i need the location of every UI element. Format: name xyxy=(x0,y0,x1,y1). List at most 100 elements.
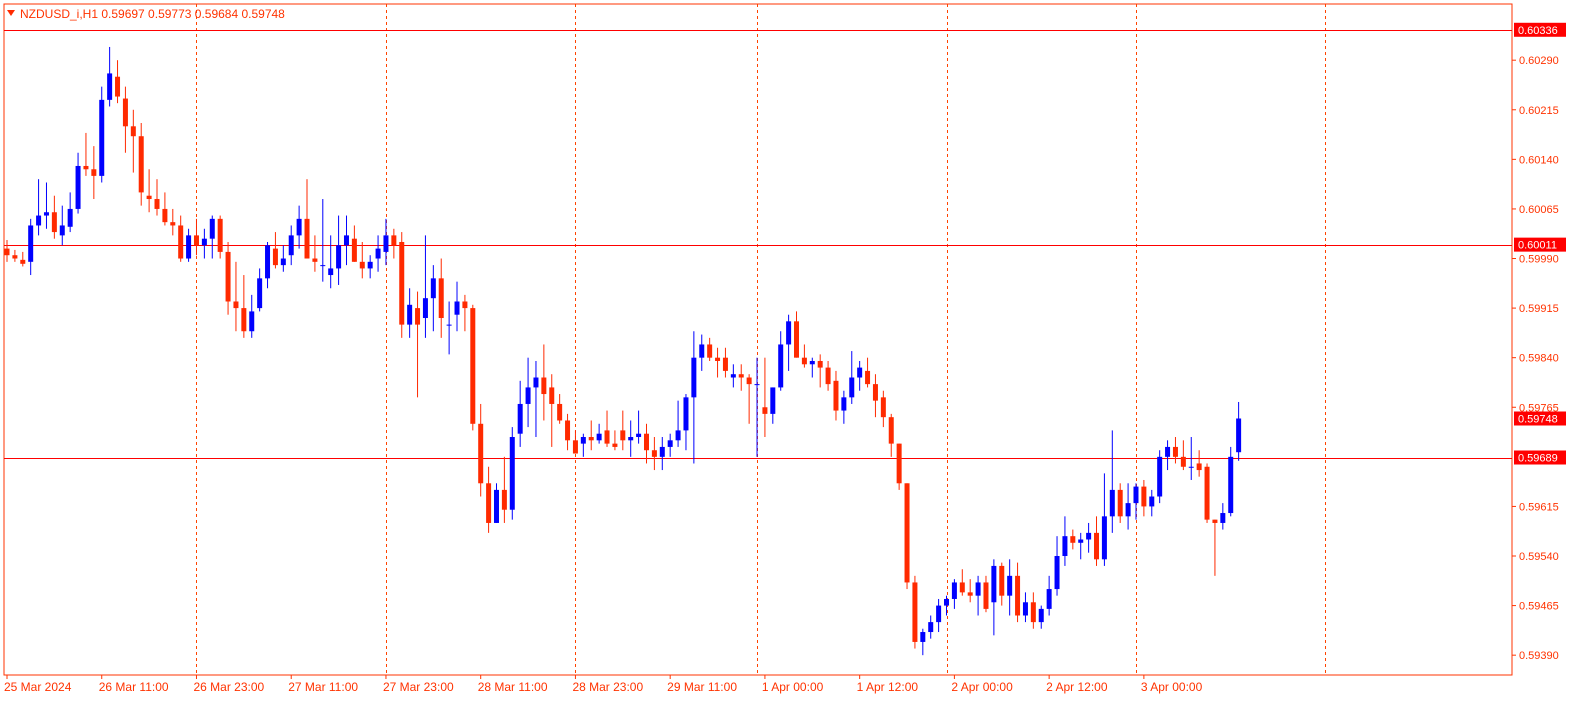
candle[interactable] xyxy=(517,380,523,447)
candle[interactable] xyxy=(833,370,839,421)
candle[interactable] xyxy=(825,360,831,391)
candle[interactable] xyxy=(817,354,823,388)
candle[interactable] xyxy=(1125,483,1131,530)
candle[interactable] xyxy=(659,437,665,471)
candle[interactable] xyxy=(493,483,499,523)
candle[interactable] xyxy=(580,433,586,457)
candle[interactable] xyxy=(596,423,602,444)
candle[interactable] xyxy=(999,562,1005,606)
candle[interactable] xyxy=(280,245,286,272)
candle[interactable] xyxy=(975,575,981,616)
candle[interactable] xyxy=(1109,430,1115,533)
candle[interactable] xyxy=(936,598,942,633)
candle[interactable] xyxy=(872,374,878,418)
candle[interactable] xyxy=(422,235,428,338)
candle[interactable] xyxy=(628,420,634,457)
candle[interactable] xyxy=(1078,532,1084,560)
candle[interactable] xyxy=(407,288,413,338)
candle[interactable] xyxy=(312,235,318,272)
candle[interactable] xyxy=(115,60,121,104)
candle[interactable] xyxy=(415,291,421,398)
candle[interactable] xyxy=(1220,503,1226,530)
candle[interactable] xyxy=(509,427,515,520)
candle[interactable] xyxy=(715,347,721,378)
candle[interactable] xyxy=(1030,592,1036,629)
candle[interactable] xyxy=(446,301,452,355)
candle[interactable] xyxy=(193,218,199,256)
candle[interactable] xyxy=(83,132,89,176)
candle[interactable] xyxy=(91,146,97,200)
candle[interactable] xyxy=(865,357,871,388)
candle[interactable] xyxy=(754,357,760,457)
candle[interactable] xyxy=(636,410,642,444)
candle[interactable] xyxy=(746,374,752,424)
candle[interactable] xyxy=(572,430,578,454)
triangle-down-icon[interactable] xyxy=(7,10,15,16)
candle[interactable] xyxy=(896,443,902,490)
candle[interactable] xyxy=(1046,575,1052,616)
candle[interactable] xyxy=(738,364,744,391)
candle[interactable] xyxy=(944,595,950,616)
candle[interactable] xyxy=(786,314,792,371)
candle[interactable] xyxy=(549,374,555,447)
candle[interactable] xyxy=(643,423,649,464)
candle[interactable] xyxy=(43,182,49,229)
candle[interactable] xyxy=(162,192,168,226)
candle[interactable] xyxy=(399,232,405,338)
candle[interactable] xyxy=(1157,450,1163,504)
candle[interactable] xyxy=(257,268,263,312)
candle[interactable] xyxy=(722,347,728,378)
candle[interactable] xyxy=(959,569,965,596)
candle[interactable] xyxy=(4,240,10,262)
candle[interactable] xyxy=(888,413,894,457)
candle[interactable] xyxy=(928,615,934,639)
candle[interactable] xyxy=(36,179,42,236)
candle[interactable] xyxy=(983,575,989,613)
candle[interactable] xyxy=(1007,559,1013,616)
candle[interactable] xyxy=(1054,536,1060,596)
candle[interactable] xyxy=(122,86,128,153)
candle[interactable] xyxy=(170,208,176,236)
candle[interactable] xyxy=(557,394,563,424)
candle[interactable] xyxy=(138,122,144,206)
candle[interactable] xyxy=(1062,516,1068,566)
candle[interactable] xyxy=(951,579,957,609)
candle[interactable] xyxy=(525,357,531,428)
candle[interactable] xyxy=(699,334,705,371)
candle[interactable] xyxy=(904,483,910,590)
candle[interactable] xyxy=(375,235,381,272)
candle[interactable] xyxy=(154,179,160,216)
candle[interactable] xyxy=(438,258,444,338)
candle[interactable] xyxy=(304,179,310,259)
candle[interactable] xyxy=(691,331,697,464)
candle[interactable] xyxy=(1196,450,1202,477)
candle[interactable] xyxy=(991,559,997,636)
candle[interactable] xyxy=(343,215,349,266)
candle[interactable] xyxy=(612,430,618,451)
candle[interactable] xyxy=(233,261,239,332)
candle[interactable] xyxy=(1204,463,1210,523)
candle[interactable] xyxy=(1070,529,1076,550)
candle[interactable] xyxy=(28,218,34,276)
candle[interactable] xyxy=(146,169,152,213)
candle[interactable] xyxy=(265,241,271,289)
candle[interactable] xyxy=(1141,479,1147,517)
candle[interactable] xyxy=(130,109,136,173)
candle[interactable] xyxy=(794,311,799,358)
candle[interactable] xyxy=(201,228,207,259)
candle[interactable] xyxy=(849,351,855,404)
candle[interactable] xyxy=(470,304,476,431)
candle[interactable] xyxy=(1236,401,1242,461)
candle[interactable] xyxy=(351,225,357,262)
candle[interactable] xyxy=(620,410,626,451)
candle[interactable] xyxy=(667,433,673,457)
candle[interactable] xyxy=(1172,437,1178,464)
candle[interactable] xyxy=(107,46,113,107)
candle[interactable] xyxy=(1117,483,1123,523)
candle[interactable] xyxy=(565,413,571,451)
candle[interactable] xyxy=(501,456,507,523)
candle[interactable] xyxy=(359,241,365,279)
candle[interactable] xyxy=(288,225,294,266)
candle[interactable] xyxy=(178,215,184,262)
candle[interactable] xyxy=(67,192,73,233)
